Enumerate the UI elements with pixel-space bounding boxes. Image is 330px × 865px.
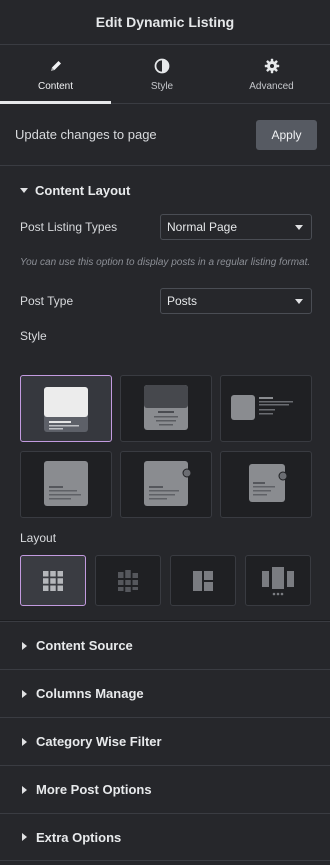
post-listing-types-select[interactable]: Normal Page	[160, 214, 312, 240]
update-changes-row: Update changes to page Apply	[0, 104, 330, 166]
style-3-preview-icon	[231, 395, 293, 420]
tab-style-label: Style	[150, 80, 174, 92]
style-6-preview-icon	[249, 464, 288, 502]
panel-title: Edit Dynamic Listing	[95, 14, 235, 30]
section-extra-options[interactable]: Extra Options	[0, 813, 330, 861]
contrast-icon	[154, 57, 170, 75]
section-extra-options-title: Extra Options	[36, 829, 122, 845]
caret-right-icon	[22, 689, 27, 698]
section-content-layout[interactable]: Content Layout	[0, 166, 330, 214]
tab-advanced[interactable]: Advanced	[213, 45, 330, 103]
style-option-4[interactable]	[20, 451, 112, 518]
post-listing-types-label: Post Listing Types	[20, 220, 118, 234]
update-changes-label: Update changes to page	[15, 127, 157, 142]
carousel-layout-icon	[262, 566, 294, 595]
chevron-down-icon	[295, 298, 303, 304]
apply-button[interactable]: Apply	[256, 119, 317, 150]
section-columns-manage-title: Columns Manage	[36, 686, 144, 701]
tab-content[interactable]: Content	[0, 45, 111, 104]
post-listing-help-text: You can use this option to display posts…	[20, 257, 311, 268]
caret-right-icon	[22, 785, 27, 794]
section-content-source[interactable]: Content Source	[0, 621, 330, 669]
post-type-select[interactable]: Posts	[160, 288, 312, 314]
caret-right-icon	[22, 833, 27, 841]
style-label: Style	[20, 329, 47, 343]
post-listing-types-row: Post Listing Types Normal Page	[0, 214, 330, 240]
style-1-preview-icon	[44, 387, 88, 432]
style-option-6[interactable]	[220, 451, 312, 518]
caret-right-icon	[22, 641, 27, 650]
post-type-label: Post Type	[20, 294, 74, 308]
style-option-1[interactable]	[20, 375, 112, 442]
section-more-post-options[interactable]: More Post Options	[0, 765, 330, 813]
section-category-wise-filter-title: Category Wise Filter	[36, 734, 162, 749]
layout-option-masonry[interactable]	[95, 555, 161, 606]
caret-right-icon	[22, 737, 27, 746]
style-options	[20, 375, 312, 518]
panel-header: Edit Dynamic Listing	[0, 0, 330, 45]
chevron-down-icon	[295, 224, 303, 230]
style-4-preview-icon	[44, 461, 88, 506]
collapsed-sections: Content Source Columns Manage Category W…	[0, 621, 330, 861]
layout-label: Layout	[20, 531, 57, 545]
layout-option-grid[interactable]	[20, 555, 86, 606]
section-category-wise-filter[interactable]: Category Wise Filter	[0, 717, 330, 765]
section-more-post-options-title: More Post Options	[36, 782, 152, 797]
gear-icon	[264, 57, 280, 75]
caret-down-icon	[20, 187, 28, 193]
section-columns-manage[interactable]: Columns Manage	[0, 669, 330, 717]
section-content-source-title: Content Source	[36, 638, 133, 653]
style-2-preview-icon	[144, 385, 188, 430]
post-listing-types-value: Normal Page	[167, 220, 238, 234]
style-option-5[interactable]	[120, 451, 212, 518]
tab-bar: Content Style Advanced	[0, 45, 330, 104]
layout-option-carousel[interactable]	[245, 555, 311, 606]
masonry-layout-icon	[118, 569, 138, 592]
metro-layout-icon	[193, 570, 213, 591]
section-content-layout-title: Content Layout	[35, 182, 131, 198]
layout-option-metro[interactable]	[170, 555, 236, 606]
post-type-row: Post Type Posts	[0, 288, 330, 314]
tab-content-label: Content	[37, 80, 74, 92]
post-type-value: Posts	[167, 294, 198, 308]
pencil-icon	[49, 57, 63, 75]
grid-layout-icon	[43, 570, 63, 591]
style-option-2[interactable]	[120, 375, 212, 442]
tab-advanced-label: Advanced	[249, 80, 294, 92]
style-5-preview-icon	[144, 461, 192, 506]
tab-style[interactable]: Style	[111, 45, 213, 103]
layout-options	[20, 555, 312, 606]
style-option-3[interactable]	[220, 375, 312, 442]
